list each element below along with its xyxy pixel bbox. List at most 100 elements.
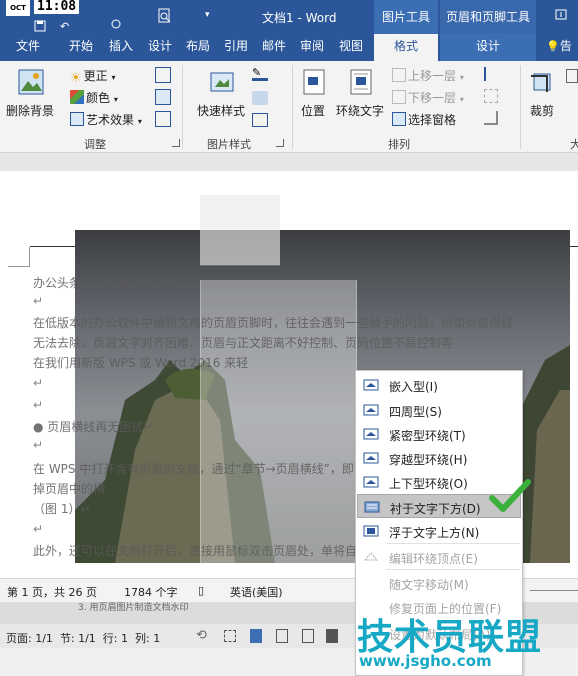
tab-mailings[interactable]: 邮件 — [256, 34, 292, 61]
tab-view[interactable]: 视图 — [332, 34, 370, 61]
remove-background-icon — [18, 69, 44, 95]
picture-border-icon[interactable]: ✎ — [252, 67, 268, 81]
print-preview-icon[interactable] — [158, 8, 172, 28]
menu-item-edit-wrap-points[interactable]: 编辑环绕顶点(E) — [357, 545, 521, 569]
square-wrap-icon — [363, 404, 379, 416]
send-backward-label: 下移一层 — [408, 91, 457, 105]
doc-line: 无法去除、页眉文字对齐困难、页眉与正文距离不好控制、页码位置不易控制等 — [33, 336, 454, 350]
menu-item-label: 衬于文字下方(D) — [390, 502, 481, 516]
tab-design[interactable]: 设计 — [142, 34, 178, 61]
tab-hf-design[interactable]: 设计 — [440, 34, 536, 61]
bring-forward-icon — [392, 68, 406, 82]
menu-item-label: 四周型(S) — [389, 405, 442, 419]
guide-box — [200, 195, 280, 265]
menu-item-inline[interactable]: 嵌入型(I) — [357, 373, 521, 397]
menu-item-through[interactable]: 穿越型环绕(H) — [357, 446, 521, 470]
menu-item-label: 紧密型环绕(T) — [389, 429, 466, 443]
tab-layout[interactable]: 布局 — [180, 34, 216, 61]
header-footer-tools-header: 页眉和页脚工具 — [440, 0, 536, 34]
separator — [292, 65, 293, 149]
focus-icon[interactable] — [224, 630, 236, 642]
chevron-down-icon: ▾ — [111, 73, 116, 82]
inner-status-text: 页面: 1/1 节: 1/1 行: 1 列: 1 — [6, 632, 161, 645]
chevron-down-icon: ▾ — [137, 117, 142, 126]
inner-caption: 3. 用页眉图片制造文档水印 — [78, 603, 189, 613]
ribbon-tabs: 文件 开始 插入 设计 布局 引用 邮件 审阅 视图 格式 设计 💡告 — [0, 34, 578, 61]
redo-icon[interactable] — [110, 18, 122, 34]
menu-item-label: 编辑环绕顶点(E) — [389, 552, 478, 566]
color-button[interactable]: 颜色 ▾ — [70, 89, 118, 106]
selection-pane-button[interactable]: 选择窗格 — [392, 111, 456, 128]
separator — [182, 65, 183, 149]
compress-pictures-icon[interactable] — [155, 67, 171, 83]
dialog-launcher-icon[interactable] — [172, 139, 180, 147]
lightbulb-icon: 💡 — [546, 40, 560, 53]
menu-item-square[interactable]: 四周型(S) — [357, 398, 521, 422]
bring-forward-label: 上移一层 — [408, 69, 457, 83]
chevron-down-icon: ▾ — [113, 95, 118, 104]
crop-icon — [531, 73, 551, 92]
page-view-icon[interactable] — [250, 629, 262, 643]
quick-styles-label: 快速样式 — [197, 104, 246, 118]
tab-format[interactable]: 格式 — [374, 34, 438, 61]
group-size-label: 大 — [570, 138, 578, 151]
tab-review[interactable]: 审阅 — [294, 34, 330, 61]
group-picture-styles-label: 图片样式 — [207, 138, 251, 151]
corrections-button[interactable]: ☀ 更正 ▾ — [70, 67, 116, 86]
language[interactable]: 英语(美国) — [230, 584, 283, 600]
ruler-band — [0, 153, 578, 171]
checkmark-icon — [489, 479, 531, 512]
dialog-launcher-icon[interactable] — [276, 139, 284, 147]
wrap-text-icon — [350, 69, 372, 95]
group-arrange-label: 排列 — [388, 138, 410, 151]
web-view-icon[interactable] — [302, 629, 314, 643]
doc-line: 办公头条：轻松解决页眉页 — [33, 276, 178, 290]
window-title: 文档1 - Word — [262, 11, 337, 25]
tab-insert[interactable]: 插入 — [102, 34, 140, 61]
tab-references[interactable]: 引用 — [218, 34, 254, 61]
change-picture-icon[interactable] — [155, 89, 171, 105]
size-icon[interactable] — [566, 69, 578, 83]
corrections-label: 更正 — [83, 69, 108, 83]
doc-line: ● 页眉横线再无困扰↵ — [33, 420, 154, 434]
selection-pane-label: 选择窗格 — [408, 113, 457, 127]
picture-effects-icon[interactable] — [252, 91, 268, 105]
top-bottom-wrap-icon — [363, 476, 379, 488]
send-backward-button[interactable]: 下移一层 ▾ — [392, 89, 464, 106]
outline-view-icon[interactable] — [276, 629, 288, 643]
reading-view-icon[interactable] — [326, 629, 338, 643]
tab-file[interactable]: 文件 — [6, 34, 50, 61]
word-count[interactable]: 1784 个字 — [124, 584, 178, 600]
menu-item-in-front[interactable]: 浮于文字上方(N) — [357, 519, 521, 543]
undo-icon[interactable]: ↶ — [60, 20, 69, 33]
ribbon-display-icon[interactable] — [555, 9, 567, 25]
doc-line: ↵ — [33, 376, 44, 390]
bring-forward-button[interactable]: 上移一层 ▾ — [392, 67, 464, 84]
behind-text-icon — [364, 501, 380, 513]
doc-line: 在 WPS 中打开含有页眉的文档，通过“章节→页眉横线”，即可去 — [33, 462, 378, 476]
doc-line: 在低版本的办公软件中编辑文档的页眉页脚时，往往会遇到一些棘手的问题，例如页眉横线 — [33, 316, 514, 330]
group-objects-icon[interactable] — [484, 89, 498, 103]
reset-picture-icon[interactable] — [155, 111, 171, 127]
picture-layout-icon[interactable] — [252, 113, 268, 127]
color-label: 颜色 — [86, 91, 111, 105]
artistic-effects-icon — [70, 112, 84, 126]
rotate-icon[interactable] — [484, 111, 498, 125]
tell-me[interactable]: 💡告 — [540, 34, 578, 61]
history-icon[interactable]: ⟲ — [196, 628, 207, 643]
artistic-effects-button[interactable]: 艺术效果 ▾ — [70, 111, 142, 128]
zoom-slider[interactable] — [530, 590, 578, 591]
customize-toolbar-icon[interactable]: ▾ — [205, 10, 210, 20]
menu-item-move-with-text[interactable]: 随文字移动(M) — [357, 571, 521, 595]
align-icon[interactable] — [484, 67, 498, 81]
inline-wrap-icon — [363, 379, 379, 391]
remove-background-label: 删除背景 — [6, 104, 55, 118]
artistic-effects-label: 艺术效果 — [86, 113, 135, 127]
menu-item-label: 穿越型环绕(H) — [389, 453, 468, 467]
tab-home[interactable]: 开始 — [62, 34, 100, 61]
proofing-icon[interactable]: ▯ — [198, 584, 204, 597]
site-watermark-url: www.jsgho.com — [359, 652, 492, 670]
menu-item-tight[interactable]: 紧密型环绕(T) — [357, 422, 521, 446]
page-count[interactable]: 第 1 页，共 26 页 — [7, 584, 97, 600]
doc-line: 在我们用新版 WPS 或 Word 2016 来轻 — [33, 356, 249, 370]
